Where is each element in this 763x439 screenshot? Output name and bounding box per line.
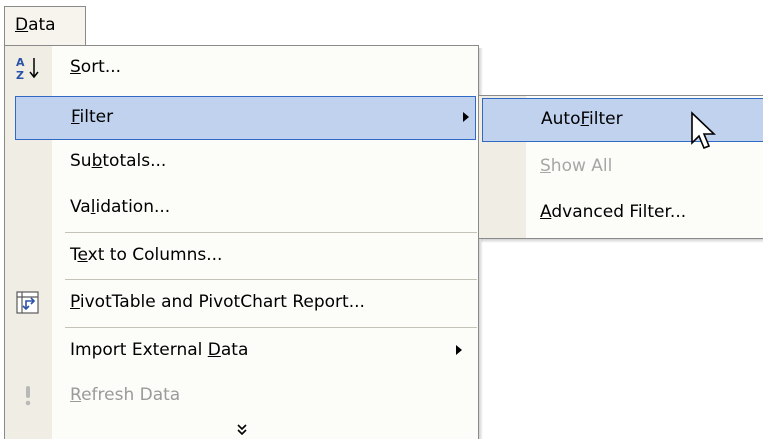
svg-text:A: A [16, 56, 25, 69]
screen: Data A Z Sort... Filter Subtotals... Val… [0, 0, 763, 439]
menu-item-pivottable[interactable]: PivotTable and PivotChart Report... [5, 281, 478, 325]
submenu-arrow-icon [463, 112, 469, 122]
submenu-item-autofilter[interactable]: AutoFilter [482, 98, 763, 142]
expand-chevrons-icon[interactable] [5, 420, 478, 439]
mouse-cursor-icon [691, 111, 716, 150]
menu-separator [65, 232, 477, 233]
menubar-data[interactable]: Data [4, 6, 86, 46]
menu-item-validation[interactable]: Validation... [5, 186, 478, 230]
menu-item-text-to-columns[interactable]: Text to Columns... [5, 234, 478, 278]
menu-item-sort[interactable]: A Z Sort... [5, 46, 478, 90]
menu-item-sort-label: Sort... [70, 57, 122, 77]
menu-item-import-external-data-label: Import External Data [70, 340, 249, 360]
menu-item-text-to-columns-label: Text to Columns... [70, 245, 223, 265]
refresh-exclamation-icon [25, 386, 31, 406]
svg-text:Z: Z [16, 69, 24, 81]
menu-item-validation-label: Validation... [70, 197, 171, 217]
pivottable-icon [16, 291, 39, 314]
submenu-item-advanced-filter-label: Advanced Filter... [540, 202, 687, 222]
chevron-double-down-icon [236, 423, 247, 435]
submenu-item-show-all-label: Show All [540, 156, 613, 176]
menu-item-subtotals[interactable]: Subtotals... [5, 140, 478, 184]
menu-item-refresh-data: Refresh Data [5, 374, 478, 418]
menu-item-filter[interactable]: Filter [15, 96, 476, 140]
sort-ascending-icon: A Z [16, 56, 39, 81]
filter-submenu: AutoFilter Show All Advanced Filter... [478, 95, 763, 239]
menu-item-filter-label: Filter [71, 107, 114, 127]
submenu-arrow-icon [456, 345, 462, 355]
submenu-item-autofilter-label: AutoFilter [541, 109, 623, 129]
submenu-item-show-all: Show All [479, 145, 763, 189]
menu-item-subtotals-label: Subtotals... [70, 151, 167, 171]
menu-separator [65, 279, 477, 280]
data-menu: A Z Sort... Filter Subtotals... Validati… [4, 45, 479, 439]
menu-item-pivottable-label: PivotTable and PivotChart Report... [70, 292, 365, 312]
submenu-item-advanced-filter[interactable]: Advanced Filter... [479, 191, 763, 235]
menubar-data-label: Data [15, 15, 56, 35]
menu-item-refresh-data-label: Refresh Data [70, 385, 181, 405]
submenu-shadow [481, 239, 763, 243]
menu-item-import-external-data[interactable]: Import External Data [5, 329, 478, 373]
menu-separator [65, 327, 477, 328]
